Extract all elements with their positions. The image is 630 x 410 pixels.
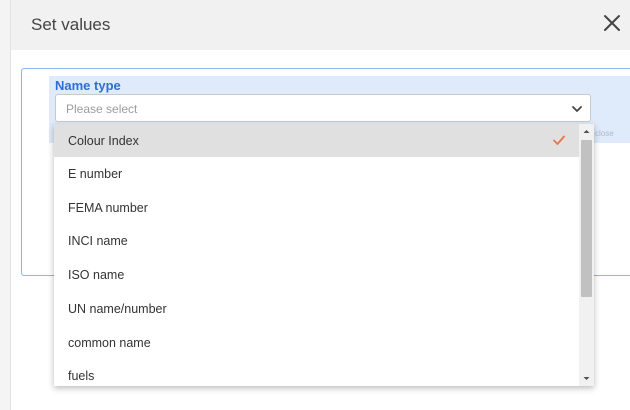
- select-placeholder: Please select: [66, 102, 138, 116]
- option-label: E number: [68, 167, 123, 181]
- option-colour-index[interactable]: Colour Index: [54, 124, 579, 157]
- option-common-name[interactable]: common name: [54, 326, 579, 359]
- scroll-up-button[interactable]: [579, 124, 594, 139]
- scroll-down-icon: [583, 377, 590, 380]
- option-fuels[interactable]: fuels: [54, 359, 579, 386]
- option-label: ISO name: [68, 268, 125, 282]
- check-icon: [553, 135, 565, 145]
- option-label: UN name/number: [68, 302, 167, 316]
- scroll-thumb[interactable]: [581, 140, 592, 297]
- close-icon: [604, 15, 620, 31]
- option-inci-name[interactable]: INCI name: [54, 224, 579, 257]
- chevron-down-icon: [572, 106, 582, 112]
- option-label: INCI name: [68, 234, 128, 248]
- name-type-select[interactable]: Please select: [55, 94, 591, 122]
- option-label: Colour Index: [68, 134, 139, 148]
- dialog-header: Set values: [11, 0, 630, 50]
- name-type-label: Name type: [55, 78, 121, 93]
- close-button[interactable]: [601, 12, 623, 36]
- scroll-up-icon: [583, 130, 590, 133]
- close-hint-link[interactable]: close: [595, 129, 614, 138]
- name-type-dropdown: Colour Index E number FEMA number INCI n…: [54, 124, 594, 386]
- option-e-number[interactable]: E number: [54, 157, 579, 190]
- option-label: common name: [68, 336, 151, 350]
- option-label: fuels: [68, 369, 95, 383]
- dialog-title: Set values: [31, 15, 111, 34]
- option-label: FEMA number: [68, 201, 148, 215]
- dropdown-scrollbar[interactable]: [579, 124, 594, 386]
- option-un-name-number[interactable]: UN name/number: [54, 292, 579, 325]
- scroll-down-button[interactable]: [579, 371, 594, 386]
- option-iso-name[interactable]: ISO name: [54, 258, 579, 291]
- option-fema-number[interactable]: FEMA number: [54, 191, 579, 224]
